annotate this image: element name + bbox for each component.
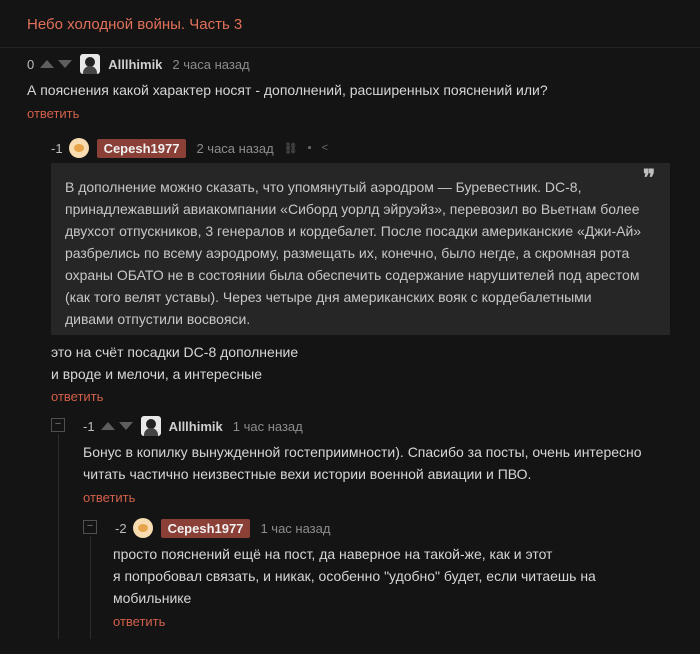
upvote-icon[interactable]	[100, 422, 115, 430]
divider	[0, 47, 700, 48]
comment-header: -2 Cepesh1977 1 час назад	[115, 518, 330, 538]
comment-time[interactable]: 2 часа назад	[196, 141, 273, 156]
comment-rating: -1	[51, 140, 63, 156]
comment-text: просто пояснений ещё на пост, да наверно…	[113, 543, 596, 609]
comment-text: А пояснения какой характер носят - допол…	[27, 79, 548, 101]
comment-author-badge[interactable]: Cepesh1977	[160, 518, 251, 538]
reply-link[interactable]: ответить	[83, 490, 135, 505]
quote-line: разбрелись по всему аэродрому, размещать…	[65, 245, 630, 261]
comment-text: это на счёт посадки DC-8 дополнение и вр…	[51, 341, 298, 385]
downvote-icon[interactable]	[58, 60, 73, 68]
comment-author-badge[interactable]: Cepesh1977	[96, 138, 187, 158]
avatar[interactable]	[80, 54, 101, 74]
quote-line: принадлежавший авиакомпании «Сиборд уорл…	[65, 201, 640, 217]
comment-author[interactable]: Alllhimik	[169, 419, 223, 434]
quote-text: В дополнение можно сказать, что упомянут…	[65, 176, 641, 330]
thread-line[interactable]	[58, 434, 59, 639]
comment-line: это на счёт посадки DC-8 дополнение	[51, 344, 299, 360]
comment-line: просто пояснений ещё на пост, да наверно…	[113, 546, 553, 562]
comment-line: мобильнике	[113, 590, 192, 606]
thread-line[interactable]	[90, 536, 91, 639]
reply-link[interactable]: ответить	[113, 614, 165, 629]
comment-line: и вроде и мелочи, а интересные	[51, 366, 263, 382]
avatar[interactable]	[132, 518, 153, 538]
quote-line: дивами отпустили восвояси.	[65, 311, 251, 327]
upvote-icon[interactable]	[40, 60, 55, 68]
quote-line: В дополнение можно сказать, что упомянут…	[65, 179, 582, 195]
avatar[interactable]	[140, 416, 161, 436]
comment-time[interactable]: 1 час назад	[233, 419, 303, 434]
comment-header: -1 Cepesh1977 2 часа назад ⛓ ▪ <	[51, 138, 328, 158]
collapse-thread-button[interactable]: −	[83, 520, 97, 534]
story-title[interactable]: Небо холодной войны. Часть 3	[27, 16, 242, 33]
avatar[interactable]	[68, 138, 89, 158]
link-icon[interactable]: ⛓	[284, 142, 298, 155]
comment-rating: 0	[27, 56, 35, 72]
save-icon[interactable]: ▪	[308, 142, 312, 154]
quote-line: (как того велят уставы). Через четыре дн…	[65, 289, 592, 305]
comment-line: Бонус в копилку вынужденной гостеприимно…	[83, 444, 642, 460]
share-icon[interactable]: <	[322, 142, 328, 154]
comment-rating: -2	[115, 520, 127, 536]
reply-link[interactable]: ответить	[51, 389, 103, 404]
comment-line: я попробовал связать, и никак, особенно …	[113, 568, 596, 584]
downvote-icon[interactable]	[118, 422, 133, 430]
comment-time[interactable]: 1 час назад	[260, 521, 330, 536]
comment-header: 0 Alllhimik 2 часа назад	[27, 54, 250, 74]
comment-header: -1 Alllhimik 1 час назад	[83, 416, 303, 436]
reply-link[interactable]: ответить	[27, 106, 79, 121]
collapse-thread-button[interactable]: −	[51, 418, 65, 432]
comment-line: читать частично неизвестные вехи истории…	[83, 466, 532, 482]
comment-rating: -1	[83, 418, 95, 434]
quote-icon: ❜❜	[643, 165, 655, 190]
comment-author[interactable]: Alllhimik	[108, 57, 162, 72]
comment-line: А пояснения какой характер носят - допол…	[27, 82, 548, 98]
comment-text: Бонус в копилку вынужденной гостеприимно…	[83, 441, 642, 485]
quote-line: охраны ОБАТО не в состоянии была обеспеч…	[65, 267, 640, 283]
quote-line: двухсот отпускников, 3 генералов и корде…	[65, 223, 642, 239]
comment-time[interactable]: 2 часа назад	[172, 57, 249, 72]
